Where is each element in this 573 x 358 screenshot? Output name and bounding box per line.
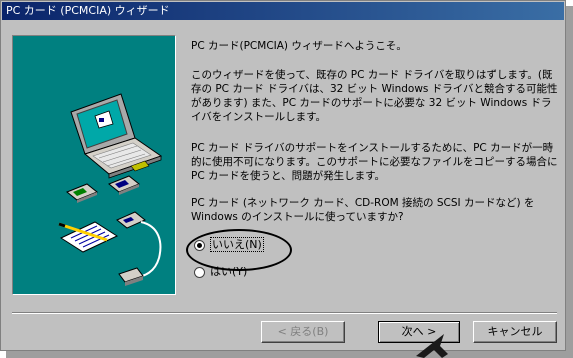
window-shadow-bottom <box>6 351 573 358</box>
highlight-circle <box>186 229 292 271</box>
arrow-cursor-icon <box>416 334 448 358</box>
cancel-button[interactable]: キャンセル <box>473 321 557 343</box>
window-shadow-right <box>566 6 573 358</box>
button-divider <box>12 312 557 314</box>
pc-card-icon <box>66 183 98 203</box>
radio-yes-button[interactable] <box>194 266 205 278</box>
wizard-illustration <box>12 35 176 295</box>
wizard-window: PC カード (PCMCIA) ウィザード PC カード(PCMCIA) ウィザ… <box>0 0 566 351</box>
window-title: PC カード (PCMCIA) ウィザード <box>6 4 170 17</box>
warning-paragraph: PC カード ドライバのサポートをインストールするために、PC カードが一時的に… <box>191 142 558 182</box>
illustration-svg <box>58 93 163 286</box>
pc-card-icon-2 <box>108 175 140 195</box>
laptop-icon <box>70 93 163 179</box>
intro-paragraph: このウィザードを使って、既存の PC カード ドライバを取りはずします。(既存の… <box>191 69 558 123</box>
cable-icon <box>116 211 162 286</box>
welcome-heading: PC カード(PCMCIA) ウィザードへようこそ。 <box>191 40 407 52</box>
back-button[interactable]: < 戻る(B) <box>261 321 345 343</box>
title-bar[interactable]: PC カード (PCMCIA) ウィザード <box>2 2 564 20</box>
question-text: PC カード (ネットワーク カード、CD-ROM 接続の SCSI カードなど… <box>191 197 535 223</box>
